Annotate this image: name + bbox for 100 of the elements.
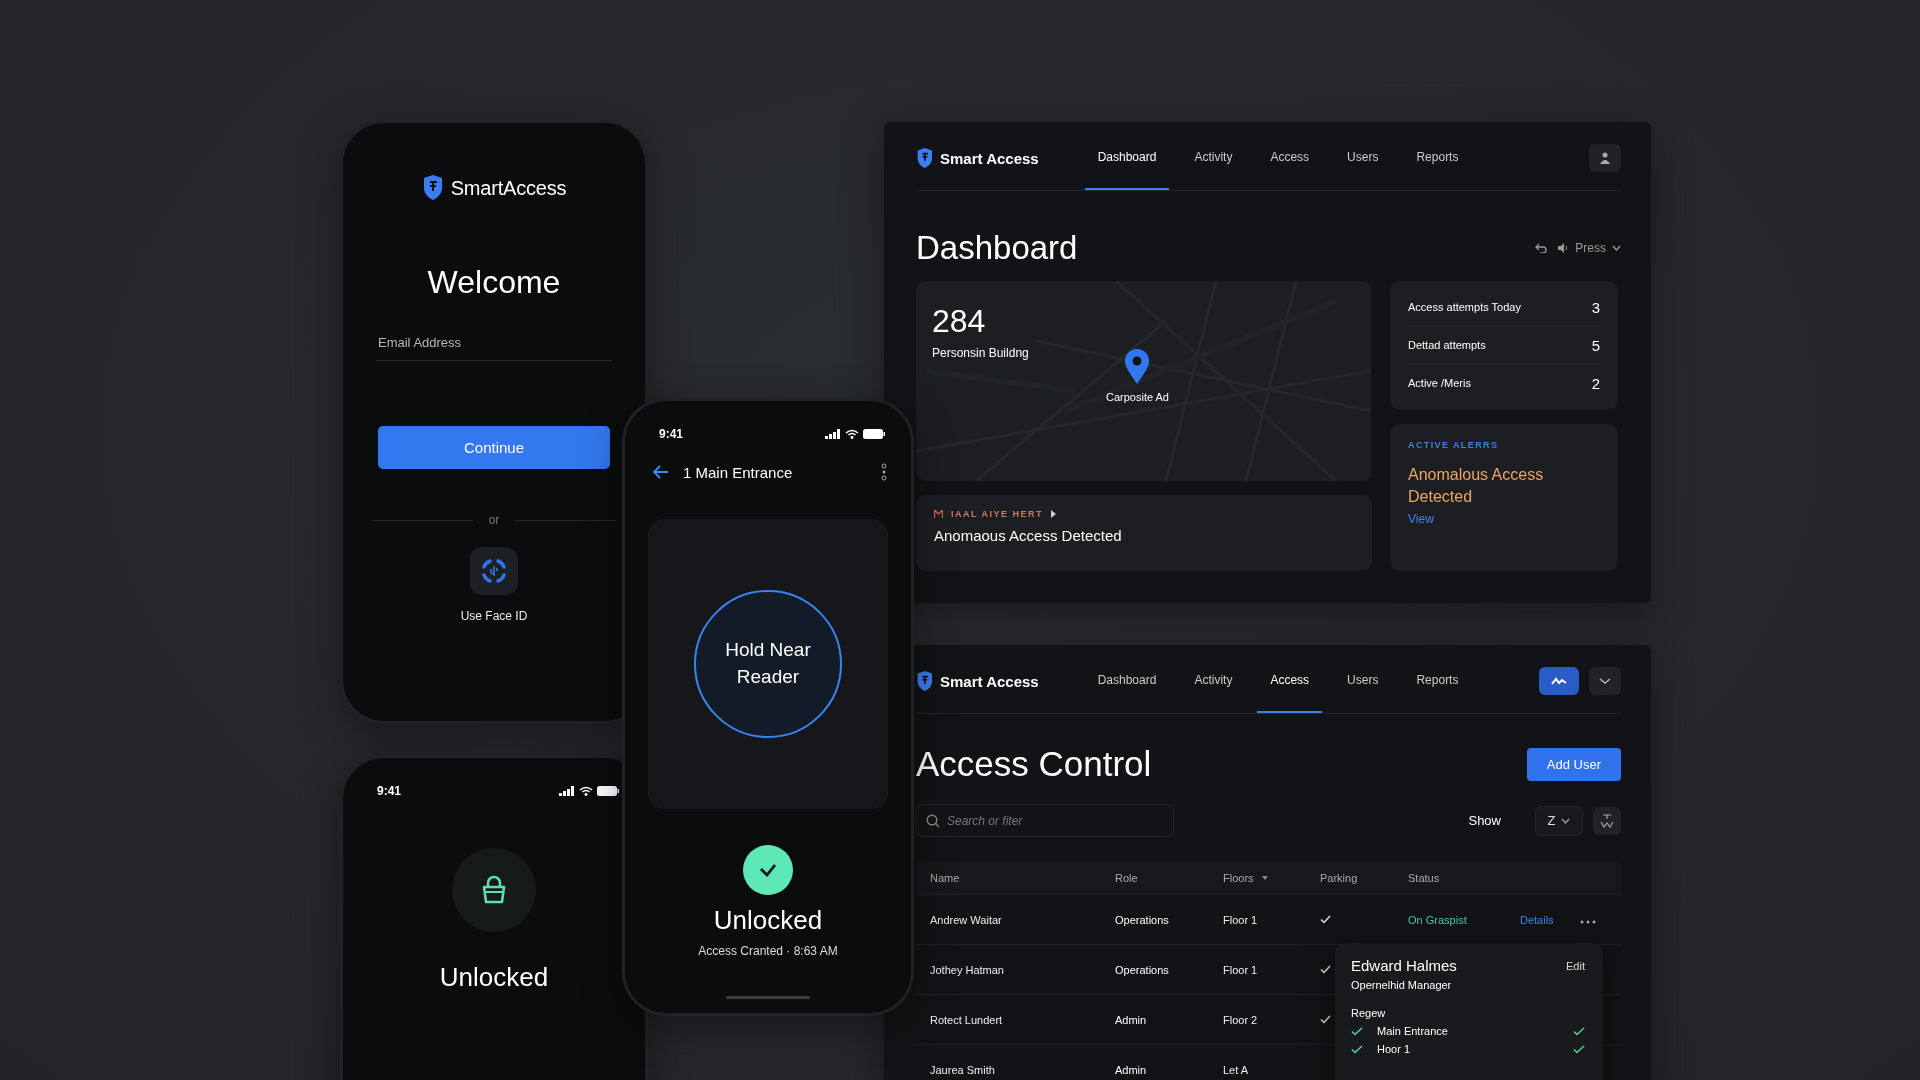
- face-scan-icon: [481, 558, 507, 584]
- section-heading: ACTIVE ALERRS: [1408, 440, 1500, 450]
- alert-label: IAAL AIYE HERT: [951, 509, 1043, 519]
- nav-tab[interactable]: Reports: [1403, 649, 1472, 713]
- speaker-icon: [1557, 243, 1570, 253]
- nav-tab[interactable]: Access: [1257, 649, 1323, 713]
- brand-name: Smart Access: [940, 149, 1039, 167]
- wave-icon: [1551, 676, 1567, 686]
- chevron-down-icon: [1612, 245, 1621, 251]
- brand-name: SmartAccess: [450, 176, 567, 200]
- stat-label: Active /Meris: [1408, 376, 1472, 391]
- column-header: Role: [1115, 871, 1139, 884]
- column-header: Parking: [1320, 871, 1359, 884]
- hold-reader-button[interactable]: Hold Near Reader: [694, 590, 842, 738]
- filter-button[interactable]: [1593, 806, 1621, 835]
- alert-message: Anomaous Access Detected: [934, 527, 1123, 544]
- status-text: On Graspist: [1408, 913, 1467, 926]
- map-pin-icon: [1124, 349, 1151, 385]
- check-icon: [1573, 1044, 1585, 1054]
- access-time-text: Access Cranted · 8:63 AM: [698, 944, 838, 958]
- nav-tab[interactable]: Reports: [1403, 126, 1472, 190]
- edit-link[interactable]: Edit: [1566, 959, 1585, 972]
- continue-button[interactable]: Continue: [378, 426, 610, 469]
- chart-button[interactable]: [1539, 667, 1579, 695]
- battery-icon: [863, 429, 885, 439]
- more-icon[interactable]: [1580, 919, 1596, 924]
- caret-right-icon: [1051, 510, 1056, 518]
- stat-value: 5: [1591, 337, 1600, 354]
- chevron-down-icon: [1561, 817, 1571, 824]
- status-time: 9:41: [377, 784, 402, 798]
- stat-label: Dettad attempts: [1408, 338, 1487, 353]
- divider-text: or: [488, 513, 500, 527]
- show-label: Show: [1468, 813, 1501, 828]
- add-user-button[interactable]: Add User: [1526, 747, 1621, 781]
- chevron-down-icon: [1599, 678, 1611, 684]
- nav-tab[interactable]: Dashboard: [1084, 649, 1170, 713]
- nav-tab[interactable]: Users: [1334, 126, 1392, 190]
- table-cell-text: Operations: [1115, 913, 1170, 926]
- check-icon: [1573, 1026, 1585, 1036]
- nav-tab[interactable]: Dashboard: [1084, 126, 1170, 190]
- user-name: Edward Halmes: [1351, 957, 1457, 974]
- stat-value: 3: [1591, 299, 1600, 316]
- filter-dropdown[interactable]: Press: [1557, 241, 1621, 255]
- table-cell-text: Andrew Waitar: [930, 913, 1003, 926]
- face-id-label: Use Face ID: [460, 609, 528, 623]
- back-arrow-icon: [653, 465, 669, 479]
- more-icon[interactable]: [881, 463, 887, 481]
- wifi-icon: [579, 786, 593, 796]
- access-item: Hoor 1: [1377, 1043, 1412, 1055]
- table-cell-text: Admin: [1115, 1013, 1148, 1026]
- email-field[interactable]: Email Address: [376, 331, 612, 361]
- signal-icon: [559, 786, 575, 796]
- profile-button[interactable]: [1589, 144, 1621, 172]
- table-cell-text: Floor 2: [1223, 1013, 1259, 1026]
- unlocked-title: Unlocked: [713, 905, 823, 936]
- table-cell-text: Let A: [1223, 1063, 1250, 1076]
- pin-label: Carposite Ad: [1106, 391, 1169, 403]
- people-count: 284: [932, 303, 987, 340]
- stat-value: 2: [1591, 375, 1600, 392]
- nav-tab[interactable]: Activity: [1181, 649, 1246, 713]
- access-item: Main Entrance: [1377, 1025, 1449, 1037]
- table-cell-text: Jothey Hatman: [930, 963, 1005, 976]
- sort-caret-icon: [1261, 875, 1268, 880]
- section-label: Regew: [1351, 1007, 1387, 1019]
- nav-tab[interactable]: Activity: [1181, 126, 1246, 190]
- search-field[interactable]: Search or fiter: [916, 804, 1174, 837]
- view-link[interactable]: View: [1408, 511, 1434, 526]
- door-title: 1 Main Entrance: [683, 463, 794, 481]
- welcome-title: Welcome: [427, 264, 561, 301]
- column-header: Status: [1408, 871, 1441, 884]
- shield-logo-icon: [916, 671, 933, 691]
- page-title: Access Control: [916, 744, 1152, 784]
- shield-logo-icon: [421, 175, 444, 201]
- nav-tab[interactable]: Access: [1257, 126, 1323, 190]
- details-link[interactable]: Details: [1520, 913, 1554, 926]
- stat-label: Access attempts Today: [1408, 300, 1522, 315]
- page-size-dropdown[interactable]: Z: [1535, 805, 1583, 836]
- wifi-icon: [845, 429, 859, 439]
- status-time: 9:41: [659, 427, 684, 441]
- shield-logo-icon: [916, 148, 933, 168]
- column-header: Name: [930, 871, 961, 884]
- alert-message: Anomalous Access Detected: [1408, 465, 1545, 508]
- nav-tab[interactable]: Users: [1334, 649, 1392, 713]
- table-cell-text: Jaurea Smith: [930, 1063, 996, 1076]
- count-label: Personsin Buildng: [932, 346, 1030, 360]
- table-cell-text: Admin: [1115, 1063, 1148, 1076]
- column-header: Floors: [1223, 871, 1254, 884]
- brand-name: Smart Access: [940, 672, 1039, 690]
- check-icon: [759, 863, 777, 877]
- padlock-icon: [481, 875, 507, 905]
- face-id-button[interactable]: [470, 547, 518, 595]
- search-icon: [926, 814, 940, 828]
- battery-icon: [597, 786, 619, 796]
- menu-dropdown-button[interactable]: [1589, 667, 1621, 695]
- undo-icon[interactable]: [1535, 243, 1548, 253]
- unlocked-title: Unlocked: [439, 962, 549, 993]
- signal-icon: [825, 429, 841, 439]
- table-cell-text: Floor 1: [1223, 913, 1259, 926]
- table-cell-text: Operations: [1115, 963, 1170, 976]
- person-icon: [1600, 152, 1610, 164]
